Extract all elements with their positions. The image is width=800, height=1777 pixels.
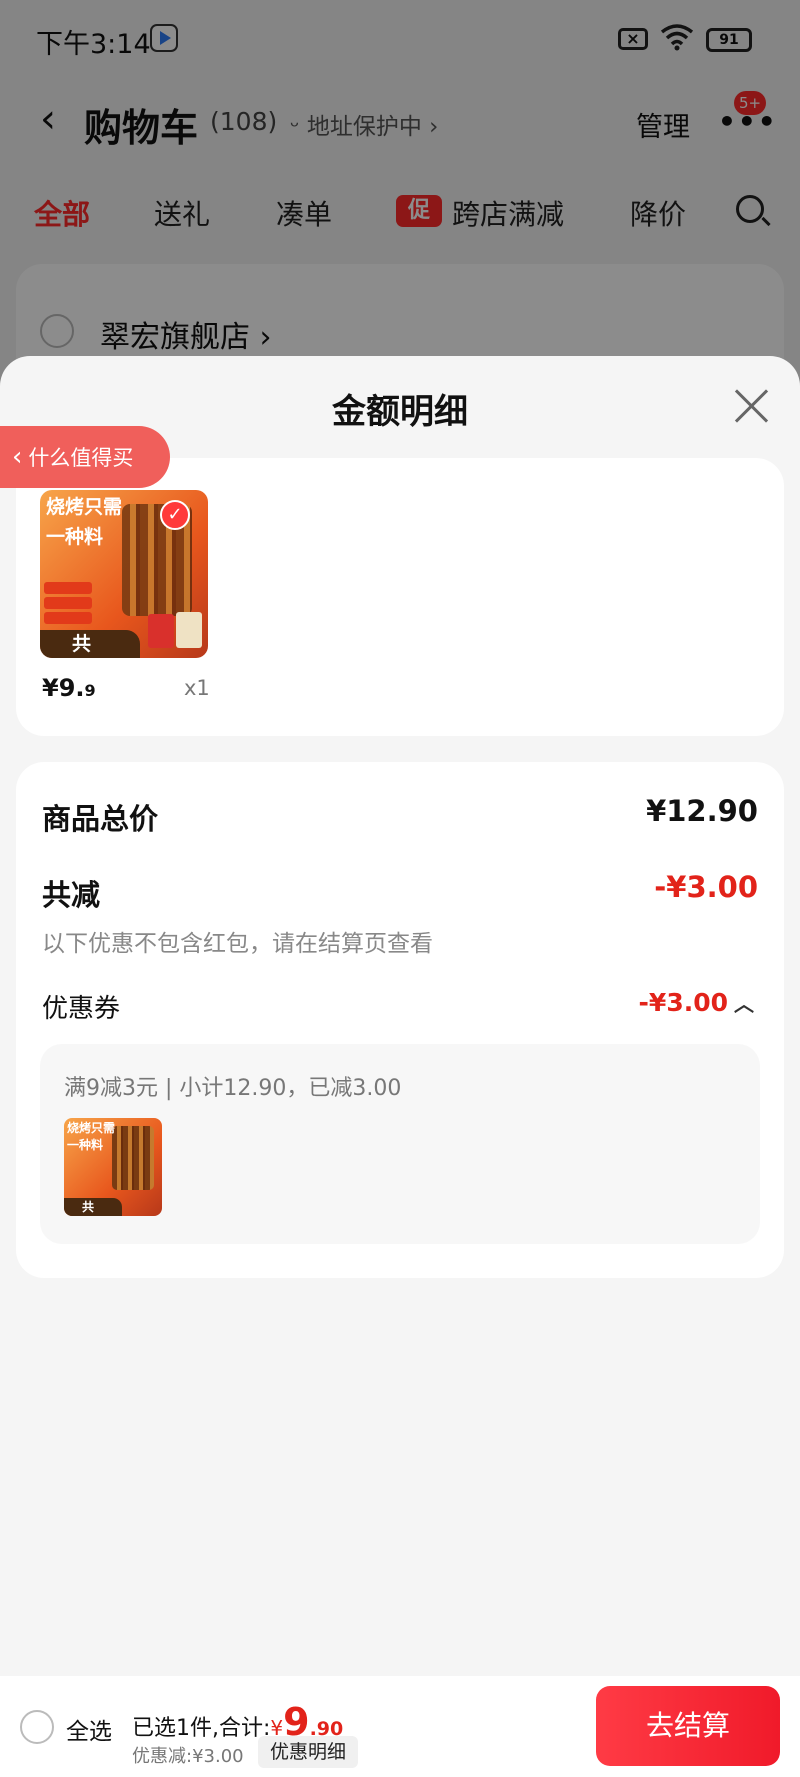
product-price: ¥9.9 <box>42 674 96 702</box>
product-quantity: x1 <box>184 676 210 700</box>
coupon-product-thumbnail[interactable]: 烧烤只需 一种料 共200g <box>64 1118 162 1216</box>
coupon-value: -¥3.00 <box>638 988 728 1017</box>
float-tag-label: 什么值得买 <box>28 446 134 470</box>
coupon-toggle[interactable]: -¥3.00 ︿ <box>639 988 754 1017</box>
total-price-value: ¥12.90 <box>646 794 758 828</box>
close-icon[interactable] <box>732 384 772 424</box>
discount-summary: 优惠减:¥3.00 <box>132 1746 244 1767</box>
coupon-description: 满9减3元 | 小计12.90，已减3.00 <box>64 1076 402 1101</box>
discount-note: 以下优惠不包含红包，请在结算页查看 <box>42 931 433 957</box>
smzdm-float-button[interactable]: ‹ 什么值得买 <box>0 426 170 488</box>
coupon-detail-box: 满9减3元 | 小计12.90，已减3.00 烧烤只需 一种料 共200g <box>40 1044 760 1244</box>
selected-count-text: 已选1件,合计: <box>132 1716 271 1741</box>
total-price-label: 商品总价 <box>42 802 159 836</box>
discount-label: 共减 <box>42 878 101 912</box>
discount-value: -¥3.00 <box>654 870 758 904</box>
checkout-button[interactable]: 去结算 <box>596 1686 780 1766</box>
coupon-label: 优惠券 <box>42 994 121 1024</box>
checkout-bar: 全选 已选1件,合计:¥9.90 优惠减:¥3.00 优惠明细 去结算 <box>0 1676 800 1777</box>
chevron-left-icon: ‹ <box>12 442 23 472</box>
product-card: 烧烤只需 一种料 共200g ✓ ¥9.9 x1 <box>16 458 784 736</box>
price-summary-card: 商品总价 ¥12.90 共减 -¥3.00 以下优惠不包含红包，请在结算页查看 … <box>16 762 784 1278</box>
selected-check-icon: ✓ <box>160 500 190 530</box>
discount-detail-button[interactable]: 优惠明细 <box>258 1736 359 1768</box>
select-all-label[interactable]: 全选 <box>66 1712 112 1746</box>
select-all-radio[interactable] <box>20 1710 54 1744</box>
chevron-up-icon: ︿ <box>734 992 754 1016</box>
